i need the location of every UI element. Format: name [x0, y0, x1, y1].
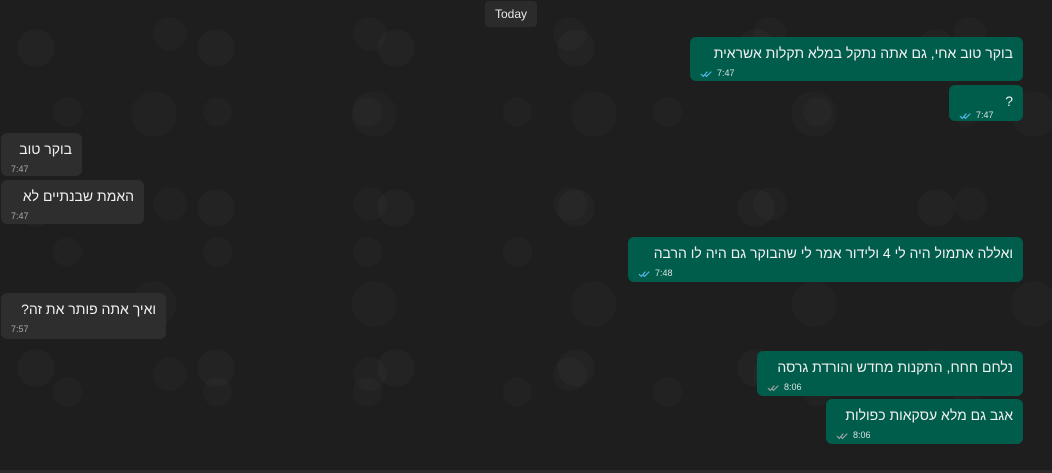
message-bubble-incoming[interactable]: ואיך אתה פותר את זה? 7:57: [1, 293, 166, 339]
message-text: בוקר טוב: [19, 141, 72, 157]
chat-panel: Today בוקר טוב אחי, גם אתה נתקל במלא תקל…: [0, 0, 1052, 473]
double-check-icon: [836, 432, 848, 439]
message-text: ואללה אתמול היה לי 4 ולידור אמר לי שהבוק…: [653, 245, 1013, 261]
message-time: 7:47: [11, 211, 29, 221]
message-bubble-outgoing[interactable]: אגב גם מלא עסקאות כפולות 8:06: [826, 399, 1023, 444]
message-bubble-incoming[interactable]: האמת שבנתיים לא 7:47: [1, 180, 144, 224]
message-bubble-outgoing[interactable]: בוקר טוב אחי, גם אתה נתקל במלא תקלות אשר…: [690, 37, 1023, 81]
message-text: האמת שבנתיים לא: [22, 188, 134, 204]
message-bubble-outgoing[interactable]: ואללה אתמול היה לי 4 ולידור אמר לי שהבוק…: [628, 237, 1023, 282]
message-meta: 7:47: [11, 208, 134, 225]
double-check-icon: [638, 270, 650, 277]
message-bubble-outgoing[interactable]: ? 7:47: [949, 85, 1023, 121]
message-time: 8:06: [853, 430, 871, 440]
message-bubble-outgoing[interactable]: נלחם חחח, התקנות מחדש והורדת גרסה 8:06: [757, 351, 1023, 396]
date-divider: Today: [485, 1, 537, 27]
double-check-icon: [767, 384, 779, 391]
message-time: 8:06: [784, 382, 802, 392]
double-check-icon: [700, 70, 712, 77]
message-text: אגב גם מלא עסקאות כפולות: [845, 407, 1013, 423]
message-meta: 8:06: [836, 427, 1013, 444]
message-time: 7:48: [655, 268, 673, 278]
message-meta: 7:47: [11, 161, 72, 178]
message-time: 7:47: [717, 68, 735, 78]
message-meta: 8:06: [767, 379, 1013, 396]
message-time: 7:57: [11, 324, 29, 334]
message-time: 7:47: [11, 164, 29, 174]
message-text: נלחם חחח, התקנות מחדש והורדת גרסה: [777, 359, 1013, 375]
message-time: 7:47: [976, 110, 994, 120]
message-meta: 7:48: [638, 265, 1013, 282]
message-bubble-incoming[interactable]: בוקר טוב 7:47: [1, 133, 82, 176]
double-check-icon: [959, 112, 971, 119]
message-meta: 7:47: [700, 65, 1013, 82]
message-meta: 7:57: [11, 321, 156, 338]
message-text: בוקר טוב אחי, גם אתה נתקל במלא תקלות אשר…: [713, 45, 1013, 61]
message-text: ואיך אתה פותר את זה?: [21, 301, 156, 317]
